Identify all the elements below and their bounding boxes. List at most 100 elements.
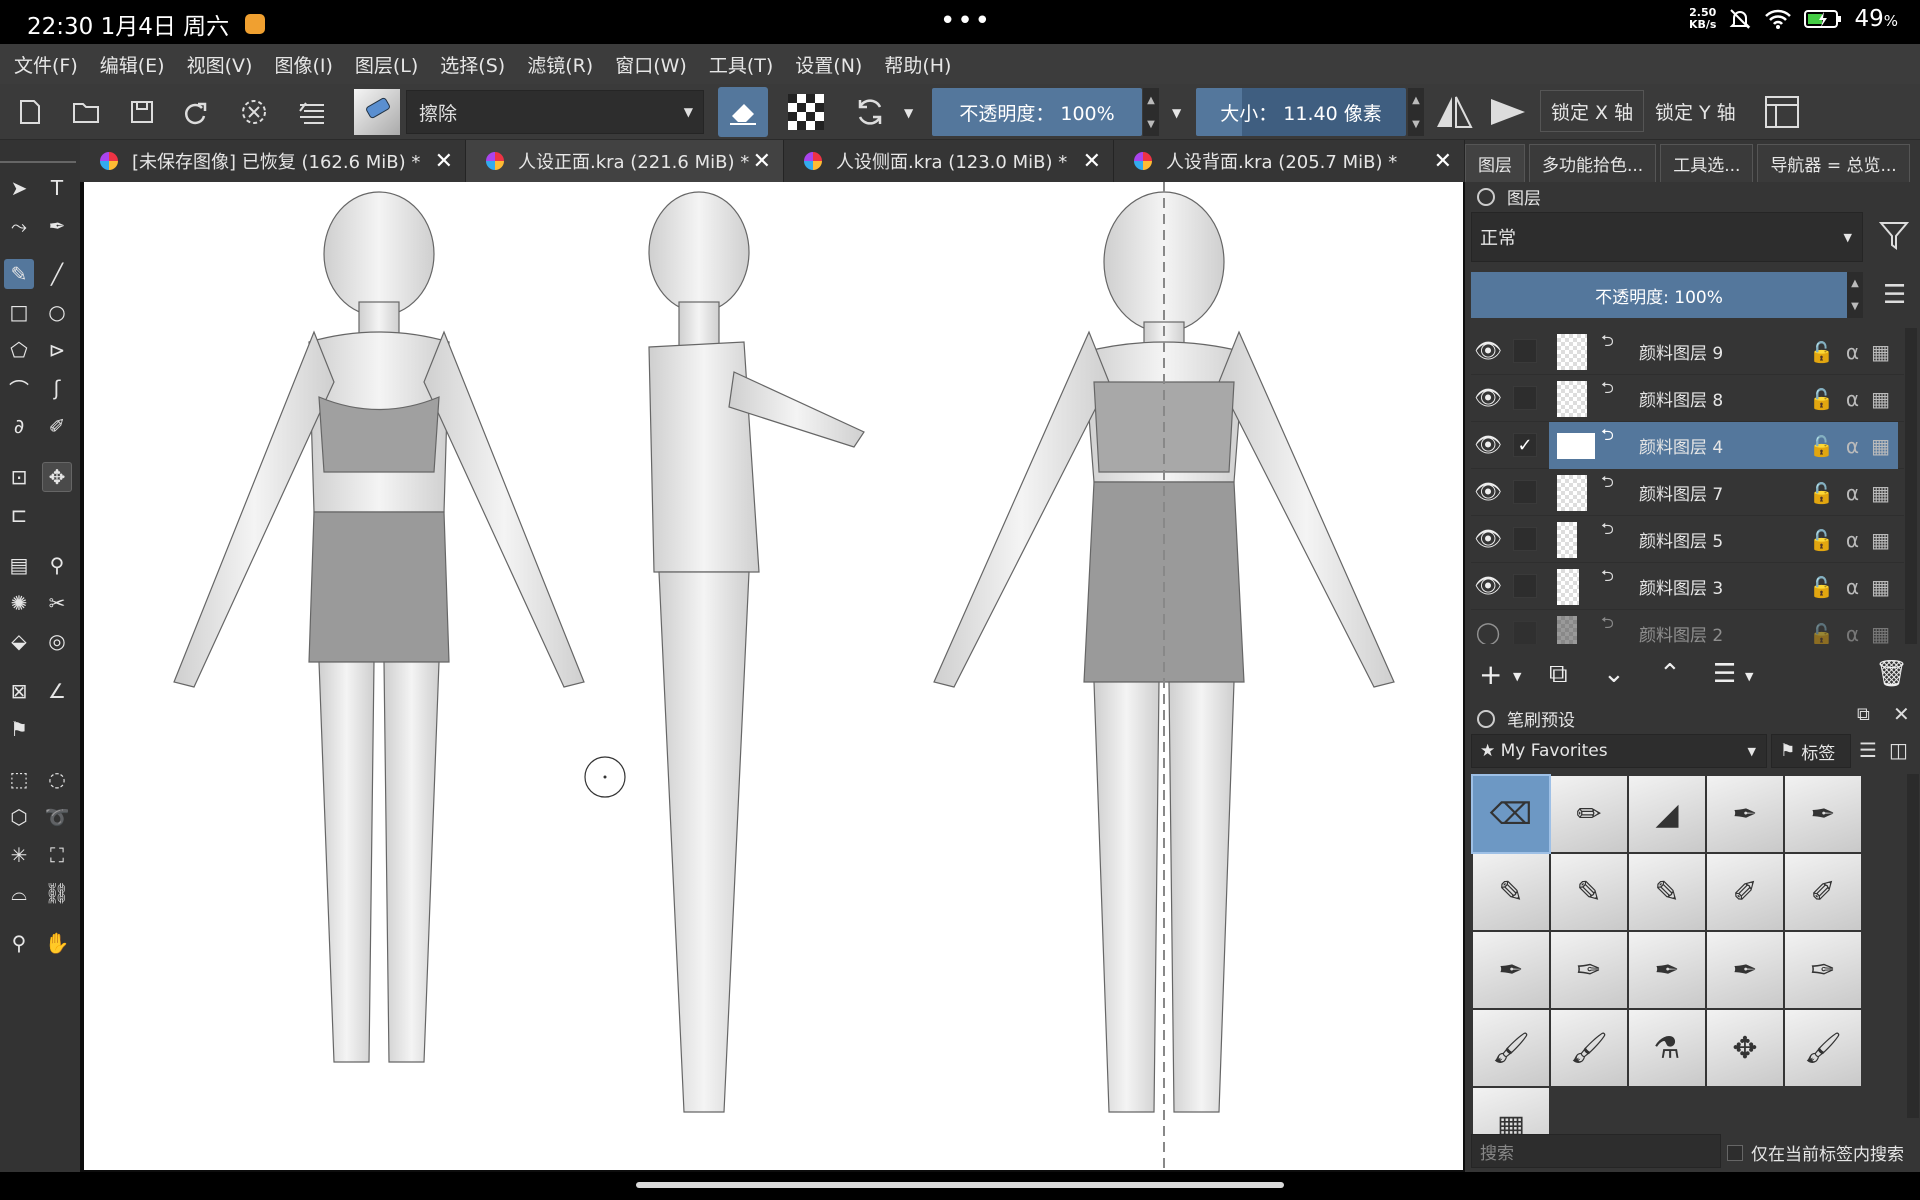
reload-preset-icon[interactable]	[850, 92, 890, 132]
layer-menu-icon[interactable]: ☰	[1883, 280, 1906, 310]
fountain-pen-preset-icon[interactable]: ✒	[1629, 932, 1705, 1008]
alpha-lock-icon[interactable]: ▦	[1871, 528, 1890, 552]
eraser-mode-icon[interactable]	[718, 87, 768, 137]
sketch-pencil-preset-icon[interactable]: ✎	[1629, 854, 1705, 930]
opacity-spin[interactable]: ▲ ▼	[1143, 88, 1159, 136]
eye-visibility-icon[interactable]: 👁	[1473, 386, 1503, 411]
brush-preset-icon[interactable]	[354, 89, 400, 135]
freehand-path-tool-icon[interactable]: ʃ	[42, 373, 72, 403]
tab-side-view[interactable]: 人设侧面.kra (123.0 MiB) * ✕	[784, 140, 1114, 182]
layer-row-selected[interactable]: 👁 ✓ ⮌ 颜料图层 4 🔓 α ▦	[1471, 422, 1904, 469]
ellipse-tool-icon[interactable]: ○	[42, 297, 72, 327]
ink-pen-preset-icon[interactable]: ✒	[1785, 776, 1861, 852]
colorize-mask-tool-icon[interactable]: ✺	[4, 588, 34, 618]
line-tool-icon[interactable]: ╱	[42, 259, 72, 289]
yellow-marker-preset-icon[interactable]: ✑	[1551, 932, 1627, 1008]
tab-layers[interactable]: 图层	[1465, 144, 1525, 182]
alpha-lock-icon[interactable]	[786, 92, 826, 132]
drawing-canvas[interactable]	[84, 182, 1463, 1170]
opacity-slider[interactable]: 不透明度： 100%	[932, 88, 1142, 136]
layer-opacity-slider[interactable]: 不透明度: 100%	[1471, 272, 1847, 318]
polyline-tool-icon[interactable]: ⊳	[42, 335, 72, 365]
wet-pencil-preset-icon[interactable]: ✐	[1707, 854, 1783, 930]
alpha-icon[interactable]: α	[1846, 575, 1859, 599]
layer-checkbox[interactable]: ✓	[1513, 433, 1537, 457]
tab-overview[interactable]: 导航器 = 总览...	[1757, 144, 1910, 182]
layer-checkbox[interactable]	[1513, 480, 1537, 504]
close-icon[interactable]: ✕	[1083, 149, 1101, 174]
alpha-lock-icon[interactable]: ▦	[1871, 481, 1890, 505]
mirror-horizontal-icon[interactable]	[1434, 92, 1474, 132]
float-panel-icon[interactable]: ⧉	[1857, 704, 1870, 725]
properties-dropdown-icon[interactable]: ▼	[1745, 670, 1753, 683]
menu-tools[interactable]: 工具(T)	[709, 51, 773, 78]
menu-filter[interactable]: 滤镜(R)	[527, 51, 593, 78]
tab-front-view[interactable]: 人设正面.kra (221.6 MiB) * ✕	[466, 140, 784, 182]
purple-pencil-preset-icon[interactable]: ✎	[1551, 854, 1627, 930]
menu-settings[interactable]: 设置(N)	[795, 51, 862, 78]
clone-tool-preset-icon[interactable]: ✥	[1707, 1010, 1783, 1086]
edit-shapes-tool-icon[interactable]: ⤳	[4, 211, 34, 241]
add-layer-icon[interactable]: +	[1479, 658, 1502, 691]
tab-advanced-color-selector[interactable]: 多功能拾色...	[1529, 144, 1657, 182]
layer-row[interactable]: 👁 ⮌ 颜料图层 9 🔓 α ▦	[1471, 328, 1904, 375]
home-gesture-handle[interactable]	[636, 1182, 1284, 1188]
wrap-around-icon[interactable]	[234, 92, 274, 132]
close-panel-icon[interactable]: ✕	[1893, 702, 1910, 726]
blender-pencil-preset-icon[interactable]: ✐	[1785, 854, 1861, 930]
layer-checkbox[interactable]	[1513, 574, 1537, 598]
alpha-icon[interactable]: α	[1846, 340, 1859, 364]
alpha-lock-icon[interactable]: ▦	[1871, 622, 1890, 645]
brush-tag-select[interactable]: ★ My Favorites ▼	[1471, 734, 1767, 768]
panel-lock-icon[interactable]	[1477, 709, 1495, 728]
layer-checkbox[interactable]	[1513, 621, 1537, 644]
enclose-fill-tool-icon[interactable]: ◎	[42, 626, 72, 656]
menu-select[interactable]: 选择(S)	[440, 51, 505, 78]
smart-patch-tool-icon[interactable]: ✂	[42, 588, 72, 618]
close-icon[interactable]: ✕	[1434, 149, 1452, 174]
blue-pencil-preset-icon[interactable]: ✏	[1551, 776, 1627, 852]
green-marker-preset-icon[interactable]: ✑	[1785, 932, 1861, 1008]
filter-icon[interactable]	[1878, 220, 1910, 256]
lock-icon[interactable]: 🔓	[1809, 340, 1834, 364]
bezier-selection-tool-icon[interactable]: ⌓	[4, 878, 34, 908]
save-icon[interactable]	[122, 92, 162, 132]
blend-brush-preset-icon[interactable]: 🖌	[1785, 1010, 1861, 1086]
close-icon[interactable]: ✕	[435, 149, 453, 174]
smudge-brush-preset-icon[interactable]: 🖌	[1551, 1010, 1627, 1086]
duplicate-layer-icon[interactable]: ⧉	[1549, 659, 1568, 690]
brush-grid-scrollbar[interactable]	[1907, 774, 1919, 1118]
lock-icon[interactable]: 🔓	[1809, 481, 1834, 505]
crop-tool-icon[interactable]: ⊏	[4, 500, 34, 530]
layer-row[interactable]: 👁 ⮌ 颜料图层 8 🔓 α ▦	[1471, 375, 1904, 422]
tag-button[interactable]: ⚑ 标签	[1771, 734, 1851, 768]
layer-row[interactable]: ◯ ⮌ 颜料图层 2 🔓 α ▦	[1471, 610, 1904, 644]
gradient-tool-icon[interactable]: ▤	[4, 550, 34, 580]
elliptical-selection-tool-icon[interactable]: ◌	[42, 764, 72, 794]
bezier-curve-tool-icon[interactable]: ⌒	[4, 373, 34, 403]
brush-view-menu-icon[interactable]: ☰	[1859, 738, 1877, 762]
layer-row[interactable]: 👁 ⮌ 颜料图层 5 🔓 α ▦	[1471, 516, 1904, 563]
eye-visibility-icon[interactable]: 👁	[1473, 339, 1503, 364]
polygon-tool-icon[interactable]: ⬠	[4, 335, 34, 365]
menu-file[interactable]: 文件(F)	[14, 51, 78, 78]
delete-layer-icon[interactable]: 🗑	[1875, 659, 1908, 689]
eye-visibility-icon[interactable]: 👁	[1473, 480, 1503, 505]
layer-checkbox[interactable]	[1513, 527, 1537, 551]
search-in-tag-checkbox[interactable]	[1727, 1144, 1743, 1161]
move-layer-down-icon[interactable]: ⌄	[1603, 659, 1625, 689]
blend-mode-select[interactable]: 擦除 ▼	[406, 90, 704, 134]
layer-row[interactable]: 👁 ⮌ 颜料图层 3 🔓 α ▦	[1471, 563, 1904, 610]
close-icon[interactable]: ✕	[753, 149, 771, 174]
alpha-icon[interactable]: α	[1846, 528, 1859, 552]
alpha-icon[interactable]: α	[1846, 434, 1859, 458]
move-tool-icon[interactable]: ✥	[42, 462, 72, 492]
lock-icon[interactable]: 🔓	[1809, 387, 1834, 411]
dynamic-brush-tool-icon[interactable]: ∂	[4, 411, 34, 441]
color-picker-tool-icon[interactable]: ⚲	[42, 550, 72, 580]
move-layer-up-icon[interactable]: ⌃	[1659, 659, 1681, 689]
alpha-icon[interactable]: α	[1846, 387, 1859, 411]
preset-dropdown-arrow-icon[interactable]: ▼	[904, 106, 913, 120]
workspace-layout-icon[interactable]	[1762, 92, 1802, 132]
filter-flask-preset-icon[interactable]: ⚗	[1629, 1010, 1705, 1086]
